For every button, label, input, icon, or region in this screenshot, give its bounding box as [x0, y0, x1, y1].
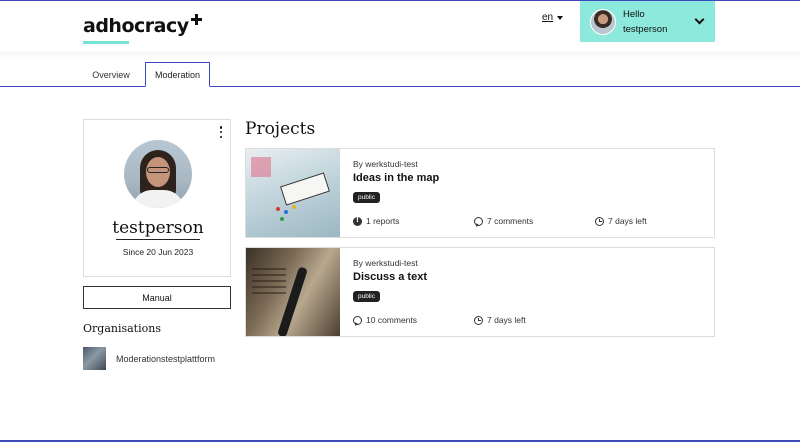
- reports-count: 1 reports: [353, 216, 400, 226]
- tab-overview[interactable]: Overview: [80, 62, 142, 87]
- project-image: [246, 149, 340, 237]
- tabs-divider: [0, 86, 800, 87]
- comment-icon: [353, 315, 362, 325]
- organisation-name: Moderationstestplattform: [116, 353, 216, 364]
- profile-name: testperson: [112, 218, 204, 238]
- project-title: Ideas in the map: [353, 172, 440, 184]
- greeting-text: Hello: [623, 8, 645, 20]
- profile-avatar: [124, 140, 192, 208]
- clock-icon: [595, 216, 604, 226]
- clock-icon: [474, 315, 483, 325]
- language-code: en: [542, 12, 554, 23]
- organisations-heading: Organisations: [83, 322, 161, 335]
- site-header: adhocracy en Hello testperson: [0, 0, 800, 52]
- project-card[interactable]: By werkstudi-test Ideas in the map publi…: [245, 148, 715, 238]
- project-title: Discuss a text: [353, 271, 427, 283]
- comments-text: 10 comments: [366, 315, 418, 325]
- user-greeting: Hello testperson: [623, 7, 667, 37]
- time-left-text: 7 days left: [487, 315, 526, 325]
- project-author: By werkstudi-test: [353, 159, 418, 169]
- projects-heading: Projects: [245, 119, 316, 139]
- chevron-down-icon: [694, 14, 705, 25]
- caret-down-icon: [557, 15, 564, 20]
- profile-card: testperson Since 20 Jun 2023: [83, 119, 231, 277]
- logo-underline: [83, 41, 129, 44]
- tab-moderation[interactable]: Moderation: [145, 62, 210, 87]
- time-left-text: 7 days left: [608, 216, 647, 226]
- time-left: 7 days left: [595, 216, 647, 226]
- more-options-icon[interactable]: [218, 126, 224, 138]
- user-menu[interactable]: Hello testperson: [580, 1, 715, 42]
- logo-text: adhocracy: [83, 15, 189, 37]
- reports-text: 1 reports: [366, 216, 400, 226]
- member-since: Since 20 Jun 2023: [122, 247, 194, 257]
- user-name: testperson: [623, 23, 668, 35]
- profile-name-underline: [116, 239, 200, 240]
- comments-count: 10 comments: [353, 315, 417, 325]
- language-selector[interactable]: en: [542, 12, 564, 23]
- project-card[interactable]: By werkstudi-test Discuss a text public …: [245, 247, 715, 337]
- project-author: By werkstudi-test: [353, 258, 418, 268]
- status-badge: public: [353, 291, 380, 302]
- logo-plus-icon: [190, 14, 202, 25]
- user-avatar: [590, 8, 616, 35]
- comment-icon: [474, 216, 483, 226]
- organisation-item[interactable]: Moderationstestplattform: [83, 347, 215, 370]
- time-left: 7 days left: [474, 315, 526, 325]
- project-image: [246, 248, 340, 336]
- organisation-thumbnail: [83, 347, 106, 370]
- logo[interactable]: adhocracy: [83, 14, 202, 44]
- alert-icon: [353, 216, 362, 226]
- status-badge: public: [353, 192, 380, 203]
- comments-count: 7 comments: [474, 216, 533, 226]
- manual-button[interactable]: Manual: [83, 286, 231, 309]
- comments-text: 7 comments: [487, 216, 534, 226]
